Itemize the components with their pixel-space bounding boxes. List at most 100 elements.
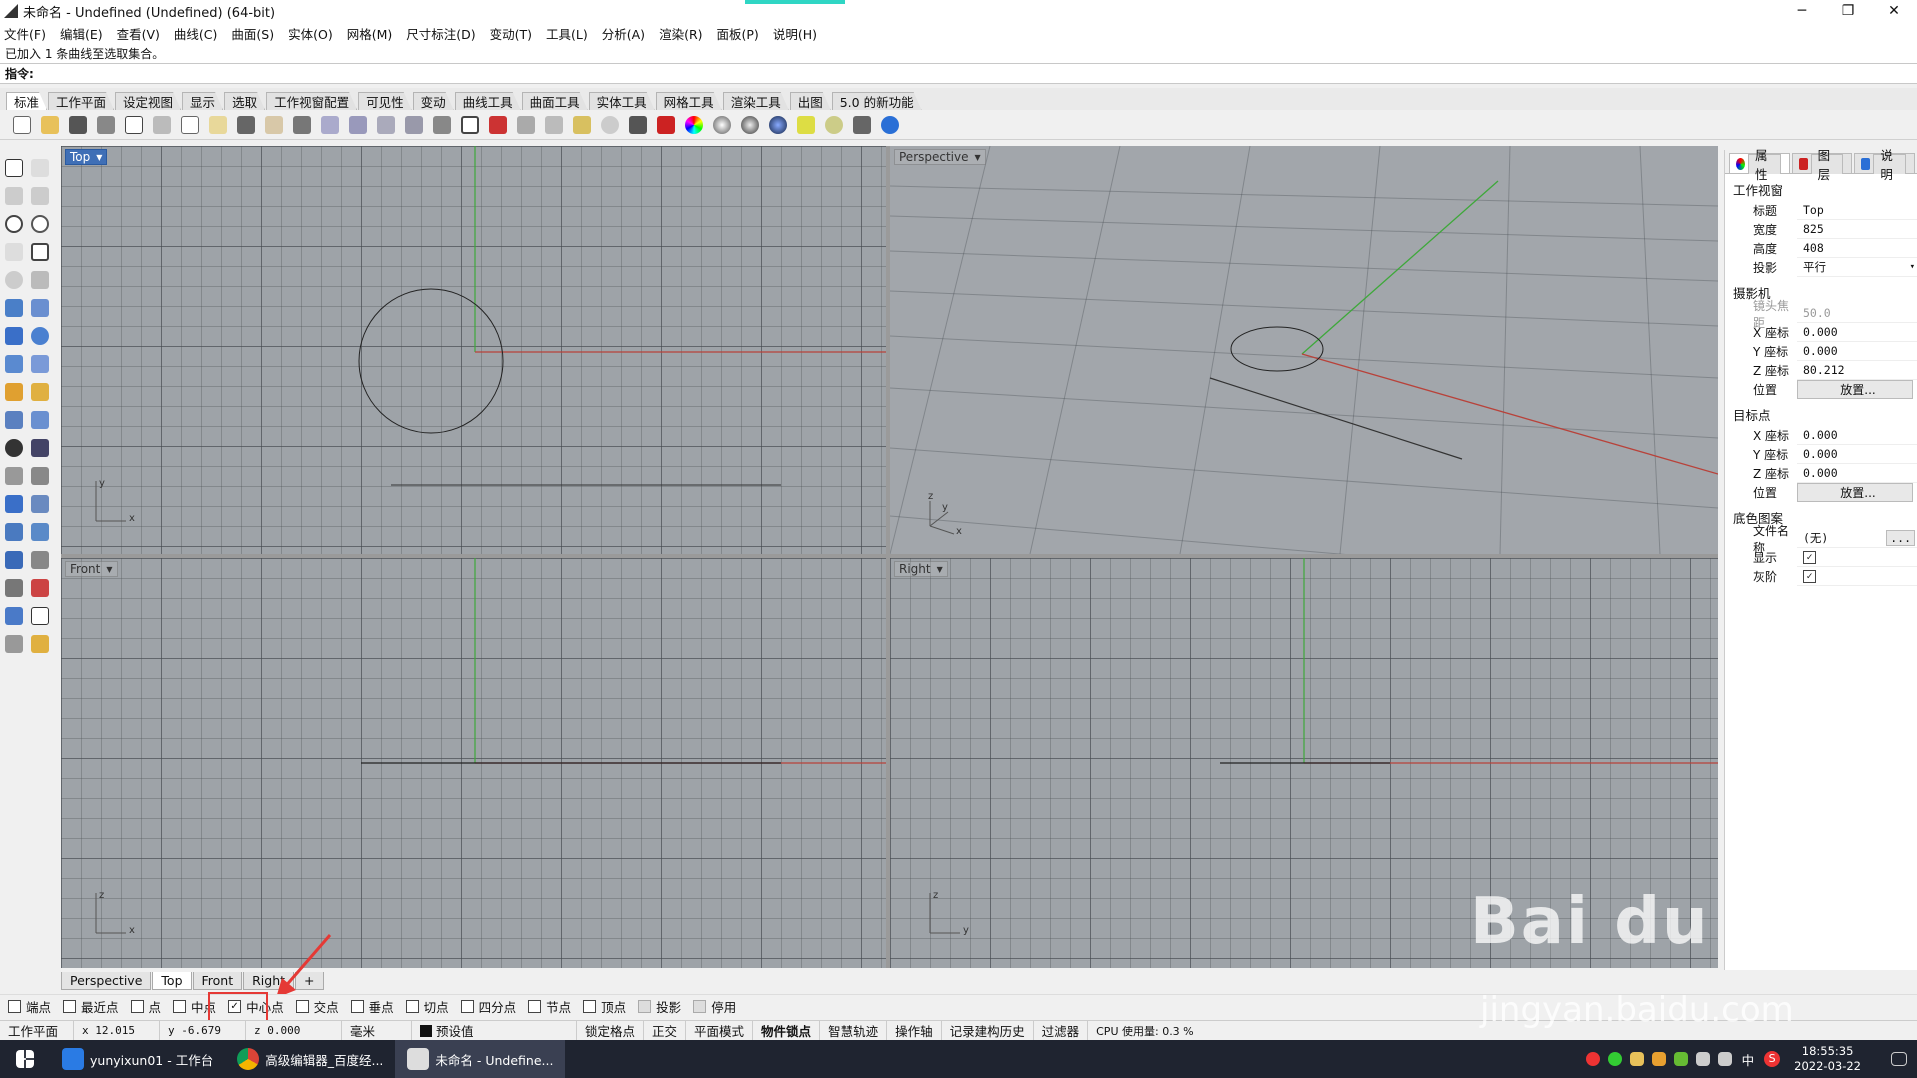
scale-icon[interactable] bbox=[28, 464, 52, 488]
snap-point-checkbox[interactable] bbox=[130, 1000, 144, 1013]
record-history-toggle[interactable]: 记录建构历史 bbox=[942, 1020, 1034, 1041]
snap-vertex-checkbox[interactable] bbox=[583, 1000, 597, 1013]
fillet-icon[interactable] bbox=[28, 268, 52, 292]
vp-tab-perspective[interactable]: Perspective bbox=[61, 972, 152, 990]
current-layer[interactable]: 预设值 bbox=[412, 1020, 577, 1041]
rotate-icon[interactable] bbox=[2, 464, 26, 488]
snap-end[interactable]: 端点 bbox=[8, 997, 51, 1016]
grid-snap-toggle[interactable]: 锁定格点 bbox=[577, 1020, 645, 1041]
drafting-icon[interactable] bbox=[28, 632, 52, 656]
pan-hand-icon[interactable] bbox=[260, 112, 288, 138]
wand-icon[interactable] bbox=[792, 112, 820, 138]
snap-knot-checkbox[interactable] bbox=[528, 1000, 542, 1013]
menu-surface[interactable]: 曲面(S) bbox=[231, 24, 274, 43]
options-gear-icon[interactable] bbox=[820, 112, 848, 138]
camera-x-value[interactable]: 0.000 bbox=[1797, 323, 1917, 342]
ellipse-icon[interactable] bbox=[28, 212, 52, 236]
command-line[interactable]: 指令: bbox=[0, 64, 1917, 84]
help-icon[interactable] bbox=[876, 112, 904, 138]
task-rhino[interactable]: 未命名 - Undefine... bbox=[395, 1040, 566, 1078]
menu-analyze[interactable]: 分析(A) bbox=[602, 24, 645, 43]
menu-tools[interactable]: 工具(L) bbox=[546, 24, 588, 43]
mesh-icon[interactable] bbox=[28, 352, 52, 376]
save-icon[interactable] bbox=[64, 112, 92, 138]
trim-icon[interactable] bbox=[28, 380, 52, 404]
viewport-title-value[interactable]: Top bbox=[1797, 201, 1917, 220]
vp-tab-front[interactable]: Front bbox=[192, 972, 243, 990]
camera-y-value[interactable]: 0.000 bbox=[1797, 342, 1917, 361]
right-viewport[interactable]: z y Right ▼ bbox=[890, 558, 1718, 968]
viewport-title-top[interactable]: Top ▼ bbox=[65, 149, 108, 165]
tab-set-view[interactable]: 设定视图 bbox=[115, 92, 181, 110]
target-place-button[interactable]: 放置... bbox=[1797, 483, 1913, 502]
tab-display[interactable]: 显示 bbox=[182, 92, 223, 110]
four-view-icon[interactable] bbox=[456, 112, 484, 138]
tab-viewport-layout[interactable]: 工作视窗配置 bbox=[266, 92, 357, 110]
rectangle-icon[interactable] bbox=[28, 240, 52, 264]
snap-quad[interactable]: 四分点 bbox=[460, 997, 516, 1016]
zoom-window-icon[interactable] bbox=[344, 112, 372, 138]
panel-tab-layers[interactable]: 图层 bbox=[1791, 148, 1853, 182]
cylinder-icon[interactable] bbox=[2, 352, 26, 376]
projection-select[interactable]: 平行 ▾ bbox=[1797, 258, 1917, 277]
front-viewport[interactable]: z x Front ▼ bbox=[61, 558, 886, 968]
maximize-button[interactable]: ❐ bbox=[1825, 0, 1871, 22]
tab-cplanes[interactable]: 工作平面 bbox=[48, 92, 114, 110]
material-icon[interactable] bbox=[652, 112, 680, 138]
shaded-sphere-icon[interactable] bbox=[708, 112, 736, 138]
filter-toggle[interactable]: 过滤器 bbox=[1034, 1020, 1089, 1041]
render-icon[interactable] bbox=[764, 112, 792, 138]
show-wallpaper-checkbox[interactable]: ✓ bbox=[1803, 550, 1816, 564]
tab-render-tools[interactable]: 渲染工具 bbox=[723, 92, 789, 110]
panel-tab-help[interactable]: 说明 bbox=[1854, 148, 1916, 182]
vp-tab-add[interactable]: + bbox=[295, 972, 324, 990]
open-file-icon[interactable] bbox=[36, 112, 64, 138]
grid-snap-icon[interactable] bbox=[848, 112, 876, 138]
tab-standard[interactable]: 标准 bbox=[6, 92, 47, 110]
snap-int-checkbox[interactable] bbox=[295, 1000, 309, 1013]
tray-qq-icon[interactable] bbox=[1582, 1040, 1604, 1078]
undo-icon[interactable] bbox=[232, 112, 260, 138]
snap-project[interactable]: 投影 bbox=[638, 997, 681, 1016]
tab-visibility[interactable]: 可见性 bbox=[358, 92, 412, 110]
car-icon[interactable] bbox=[484, 112, 512, 138]
planar-toggle[interactable]: 平面模式 bbox=[686, 1020, 754, 1041]
viewport-title-perspective[interactable]: Perspective ▼ bbox=[894, 149, 986, 165]
tab-mesh-tools[interactable]: 网格工具 bbox=[656, 92, 722, 110]
surface-icon[interactable] bbox=[2, 296, 26, 320]
zoom-selected-icon[interactable] bbox=[400, 112, 428, 138]
select-arrow-icon[interactable] bbox=[2, 156, 26, 180]
snap-knot[interactable]: 节点 bbox=[528, 997, 571, 1016]
tray-folder-icon[interactable] bbox=[1626, 1040, 1648, 1078]
rendered-sphere-icon[interactable] bbox=[736, 112, 764, 138]
tab-solid-tools[interactable]: 实体工具 bbox=[589, 92, 655, 110]
snap-center[interactable]: ✓ 中心点 bbox=[228, 997, 284, 1016]
vp-tab-top[interactable]: Top bbox=[152, 972, 192, 990]
array-icon[interactable] bbox=[28, 548, 52, 572]
gumball-toggle[interactable]: 操作轴 bbox=[887, 1020, 942, 1041]
light-bulb-icon[interactable] bbox=[596, 112, 624, 138]
print-icon[interactable] bbox=[92, 112, 120, 138]
ortho-toggle[interactable]: 正交 bbox=[644, 1020, 687, 1041]
snap-intersection[interactable]: 交点 bbox=[295, 997, 339, 1016]
snap-disable[interactable]: 停用 bbox=[693, 997, 736, 1016]
minimize-button[interactable]: ─ bbox=[1779, 0, 1825, 22]
viewport-title-right[interactable]: Right ▼ bbox=[894, 561, 948, 577]
render-tool-icon[interactable] bbox=[2, 632, 26, 656]
check-icon[interactable] bbox=[28, 604, 52, 628]
smarttrack-toggle[interactable]: 智慧轨迹 bbox=[820, 1020, 888, 1041]
snap-mid-checkbox[interactable] bbox=[173, 1000, 187, 1013]
snap-near-checkbox[interactable] bbox=[63, 1000, 77, 1013]
copy-icon[interactable] bbox=[176, 112, 204, 138]
snap-perp[interactable]: 垂点 bbox=[350, 997, 394, 1016]
menu-solid[interactable]: 实体(O) bbox=[288, 24, 333, 43]
point-icon[interactable] bbox=[28, 156, 52, 180]
camera-place-button[interactable]: 放置... bbox=[1797, 380, 1913, 399]
pipe-icon[interactable] bbox=[28, 576, 52, 600]
layer-box-icon[interactable] bbox=[2, 548, 26, 572]
paste-icon[interactable] bbox=[204, 112, 232, 138]
target-z-value[interactable]: 0.000 bbox=[1797, 464, 1917, 483]
cut-icon[interactable] bbox=[148, 112, 176, 138]
menu-help[interactable]: 说明(H) bbox=[773, 24, 817, 43]
join-icon[interactable] bbox=[28, 408, 52, 432]
